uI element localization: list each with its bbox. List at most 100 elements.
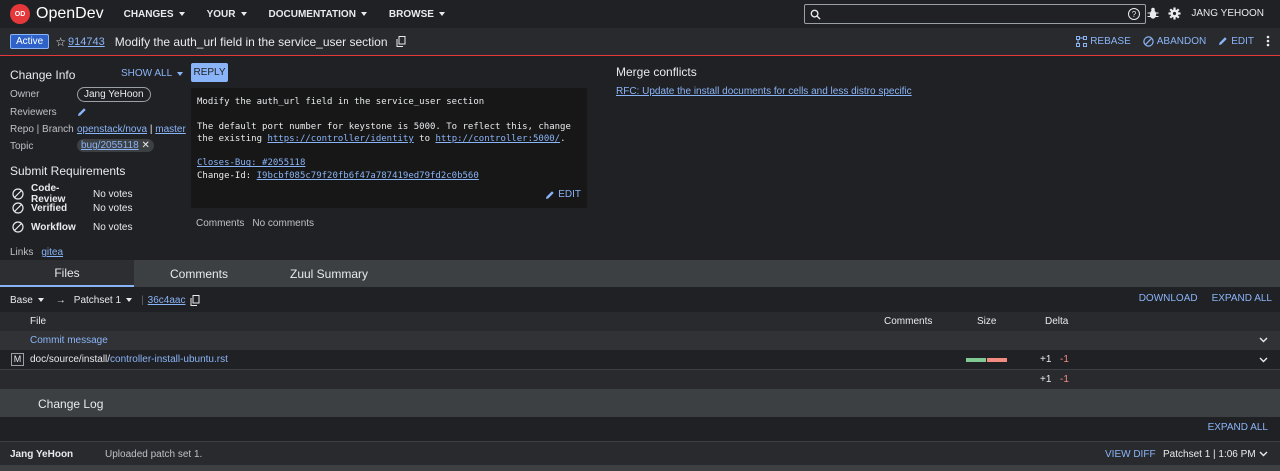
requirement-votes: No votes [93,188,133,200]
tab-files[interactable]: Files [0,260,134,287]
commit-message-box: Modify the auth_url field in the service… [191,88,587,208]
rebase-button[interactable]: REBASE [1076,35,1131,47]
chevron-down-icon[interactable] [1259,337,1268,343]
user-menu[interactable]: JANG YEHOON [1191,8,1264,19]
abandon-button[interactable]: ABANDON [1143,36,1206,47]
file-path-name: controller-install-ubuntu.rst [110,354,228,365]
size-column-header: Size [977,316,997,327]
lines-added: +1 [1040,354,1052,365]
copy-icon[interactable] [190,294,200,306]
file-table-header: File Comments Size Delta [0,312,1280,331]
requirement-votes: No votes [93,202,133,214]
view-diff-button[interactable]: VIEW DIFF [1105,449,1156,460]
close-icon[interactable]: ✕ [141,140,149,151]
edit-change-button[interactable]: EDIT [1218,36,1254,47]
chevron-down-icon [240,12,247,16]
repo-branch-label: Repo | Branch [10,124,74,135]
opendev-logo[interactable]: OD OpenDev [10,4,104,24]
commit-blank [197,145,581,157]
requirement-votes: No votes [93,221,133,233]
chevron-down-icon [438,12,445,16]
change-id-label: Change-Id: [197,170,257,181]
pencil-icon[interactable] [77,107,87,117]
show-all-label: SHOW ALL [121,68,173,79]
closes-bug-link[interactable]: Closes-Bug: #2055118 [197,158,305,168]
commit-sha-link[interactable]: 36c4aac [148,295,186,306]
file-row[interactable]: M doc/source/install/controller-install-… [0,350,1280,370]
size-removed-bar [987,358,1007,362]
reply-button[interactable]: REPLY [191,63,228,82]
topic-label: Topic [10,141,34,152]
nav-browse[interactable]: BROWSE [389,9,445,20]
repo-link[interactable]: openstack/nova [77,124,147,135]
copy-icon[interactable] [396,36,406,47]
more-vert-icon[interactable] [1266,35,1270,47]
topic-link[interactable]: bug/2055118 [81,140,139,151]
arrow-right-icon: → [55,294,66,306]
comments-value: No comments [252,218,315,229]
chevron-down-icon[interactable] [1259,451,1268,457]
expand-all-files-button[interactable]: EXPAND ALL [1212,293,1272,304]
delta-column-header: Delta [1045,316,1069,327]
requirement-name: Verified [31,202,68,214]
comments-summary: Comments No comments [196,218,314,229]
show-all-button[interactable]: SHOW ALL [121,68,184,79]
file-column-header: File [30,316,47,327]
merge-conflict-link[interactable]: RFC: Update the install documents for ce… [616,86,912,97]
expand-all-log-button[interactable]: EXPAND ALL [1208,422,1268,433]
top-bar: OD OpenDev CHANGES YOUR DOCUMENTATION BR… [0,0,1280,28]
change-number-link[interactable]: 914743 [68,36,105,48]
edit-label: EDIT [558,188,581,200]
change-info-title: Change Info [10,68,76,82]
nav-changes-label: CHANGES [123,8,174,20]
lines-removed: -1 [1060,354,1069,365]
commit-body-line: The default port number for keystone is … [197,121,571,132]
download-button[interactable]: DOWNLOAD [1139,293,1198,304]
commit-subject-line: Modify the auth_url field in the service… [197,97,485,107]
reviewers-label: Reviewers [10,107,57,118]
chevron-down-icon [178,12,185,16]
block-icon [12,202,24,214]
chevron-down-icon[interactable] [1259,357,1268,363]
search-input[interactable]: ? [804,4,1146,24]
requirement-name: Workflow [31,221,76,233]
branch-link[interactable]: master [155,124,186,135]
help-icon[interactable]: ? [1128,8,1140,20]
commit-text: the existing [197,133,268,144]
total-removed: -1 [1060,374,1069,385]
block-icon [1143,35,1154,47]
change-id-link[interactable]: I9bcbf085c79f20fb6f47a787419ed79fd2c0b56… [257,171,479,181]
nav-changes[interactable]: CHANGES [124,9,185,20]
nav-documentation[interactable]: DOCUMENTATION [269,9,367,20]
base-select[interactable]: Base [10,295,44,306]
keystone-url-link[interactable]: http://controller:5000/ [435,134,560,144]
main-nav: CHANGES YOUR DOCUMENTATION BROWSE [124,9,467,20]
change-log-entry[interactable]: Jang YeHoon Uploaded patch set 1. VIEW D… [0,441,1280,465]
change-id-line: Change-Id: I9bcbf085c79f20fb6f47a787419e… [197,170,581,182]
owner-label: Owner [10,89,40,100]
change-actions: REBASE ABANDON EDIT [1064,35,1270,47]
star-icon[interactable]: ☆ [55,35,66,49]
separator: | [141,294,144,306]
logo-text: OpenDev [36,5,104,22]
tab-comments[interactable]: Comments [132,260,266,287]
log-message: Uploaded patch set 1. [105,449,203,460]
nav-documentation-label: DOCUMENTATION [268,8,356,20]
patchset-select[interactable]: Patchset 1 [74,295,133,306]
gear-icon[interactable] [1168,7,1181,20]
commit-message-file[interactable]: Commit message [30,335,108,346]
file-total-row: +1 -1 [0,370,1280,389]
change-log-title: Change Log [38,397,104,411]
bug-icon[interactable] [1147,7,1159,20]
nav-your[interactable]: YOUR [207,9,247,20]
edit-commit-message-button[interactable]: EDIT [545,189,581,201]
tab-zuul-summary[interactable]: Zuul Summary [262,260,396,287]
owner-chip[interactable]: Jang YeHoon [77,87,151,102]
change-log-header: Change Log [0,389,1280,417]
modified-status-badge: M [11,353,24,366]
identity-url-link[interactable]: https://controller/identity [267,134,413,144]
commit-message-row[interactable]: Commit message [0,331,1280,350]
gitea-link[interactable]: gitea [41,247,63,258]
links-label: Links [10,247,34,258]
file-path[interactable]: doc/source/install/controller-install-ub… [30,354,228,365]
